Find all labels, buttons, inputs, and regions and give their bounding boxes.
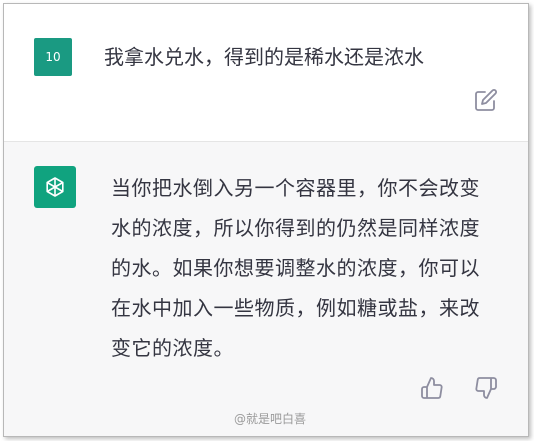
user-avatar: 10 [34,38,72,76]
edit-icon[interactable] [474,88,498,112]
assistant-message-text: 当你把水倒入另一个容器里，你不会改变水的浓度，所以你得到的仍然是同样浓度的水。如… [111,176,480,360]
thumbs-down-icon[interactable] [474,376,498,400]
user-message-row: 10 我拿水兑水，得到的是稀水还是浓水 [4,4,528,142]
assistant-message-row: 当你把水倒入另一个容器里，你不会改变水的浓度，所以你得到的仍然是同样浓度的水。如… [4,142,528,436]
user-message-text: 我拿水兑水，得到的是稀水还是浓水 [104,45,424,69]
watermark: @就是吧白喜 [234,412,307,426]
openai-logo-icon [46,177,64,197]
thumbs-up-icon[interactable] [420,376,444,400]
bot-avatar [34,166,76,208]
chat-window: 10 我拿水兑水，得到的是稀水还是浓水 当你把水倒入另一个容器里，你不会改变水的… [3,3,529,437]
